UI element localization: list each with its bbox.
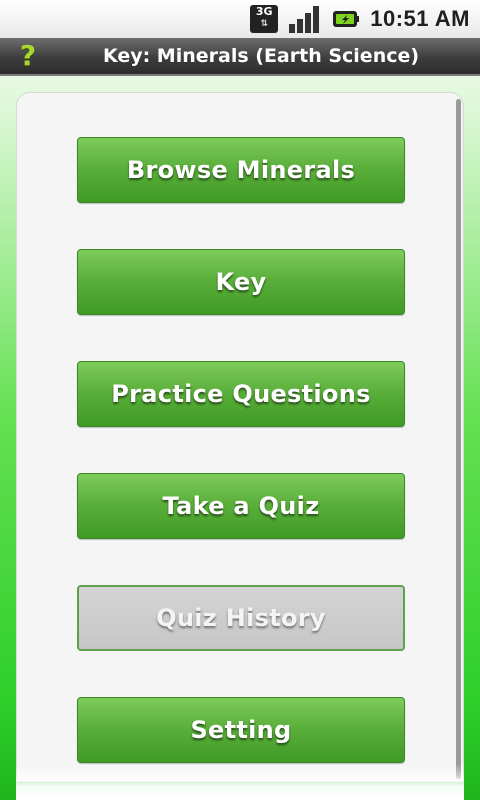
menu-panel: Browse Minerals Key Practice Questions T… [16,92,464,782]
take-a-quiz-button[interactable]: Take a Quiz [77,473,405,539]
scrollbar[interactable] [456,99,461,779]
page-title: Key: Minerals (Earth Science) [102,45,420,67]
bottom-fade [16,764,464,800]
title-bar: ? Key: Minerals (Earth Science) [0,38,480,76]
help-question-icon[interactable]: ? [13,41,43,71]
battery-charging-icon [333,11,360,27]
key-button[interactable]: Key [77,249,405,315]
3g-data-icon: 3G ⇅ [250,5,279,33]
data-activity-arrows: ⇅ [260,19,268,29]
network-type-label: 3G [255,5,273,18]
quiz-history-button[interactable]: Quiz History [77,585,405,651]
practice-questions-button[interactable]: Practice Questions [77,361,405,427]
browse-minerals-button[interactable]: Browse Minerals [77,137,405,203]
signal-strength-icon [289,6,320,33]
setting-button[interactable]: Setting [77,697,405,763]
clock: 10:51 AM [370,6,470,31]
status-bar: 3G ⇅ 10:51 AM [0,0,480,38]
